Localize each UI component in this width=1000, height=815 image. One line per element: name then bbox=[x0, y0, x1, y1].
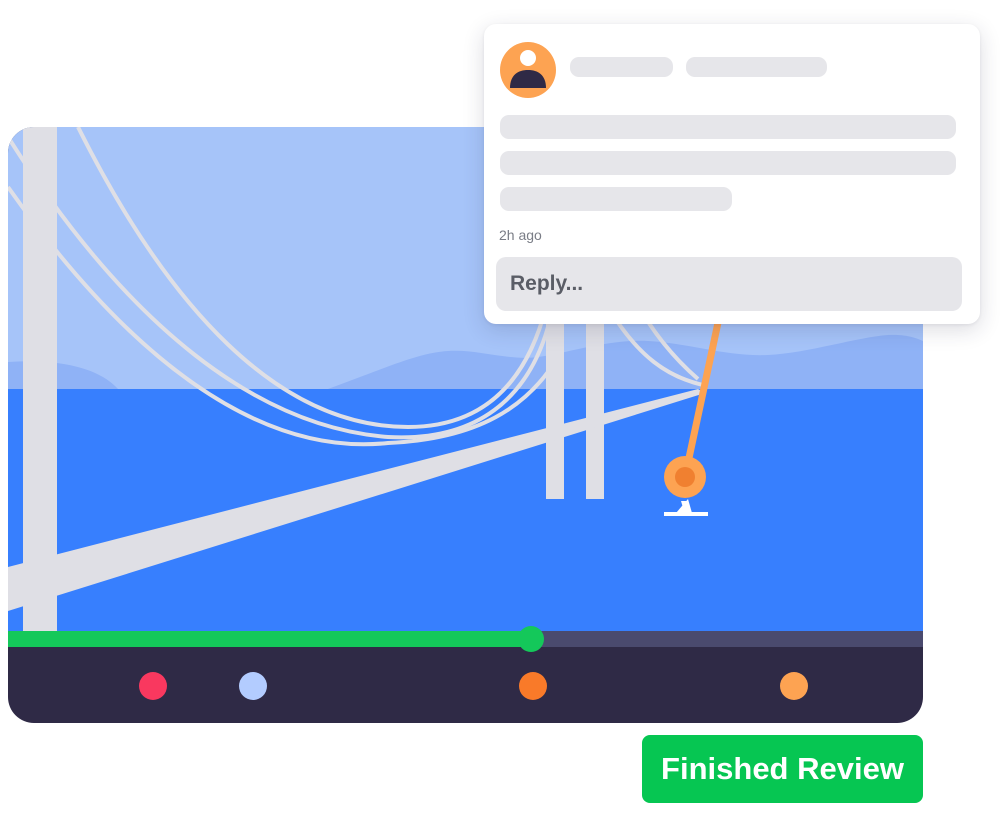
comment-line-1-placeholder bbox=[500, 115, 956, 139]
author-meta-placeholder bbox=[686, 57, 827, 77]
far-tower-right bbox=[586, 315, 604, 499]
reply-placeholder: Reply... bbox=[510, 272, 584, 295]
marker-orange[interactable] bbox=[519, 672, 548, 700]
marker-light-orange[interactable] bbox=[779, 672, 808, 700]
marker-red[interactable] bbox=[139, 672, 168, 700]
finished-review-button[interactable]: Finished Review bbox=[642, 735, 923, 803]
comment-line-3-placeholder bbox=[500, 187, 732, 211]
far-tower-left bbox=[546, 315, 564, 499]
comment-line-2-placeholder bbox=[500, 151, 956, 175]
comment-card: 2h ago Reply... bbox=[484, 24, 980, 324]
finished-review-label: Finished Review bbox=[661, 751, 904, 786]
timeline-track[interactable] bbox=[8, 626, 923, 652]
timeline-markers bbox=[8, 647, 923, 723]
near-tower bbox=[23, 127, 57, 631]
marker-light-blue[interactable] bbox=[239, 672, 268, 700]
comment-timestamp: 2h ago bbox=[499, 227, 542, 243]
timeline-progress bbox=[8, 631, 532, 647]
author-name-placeholder bbox=[570, 57, 673, 77]
reply-input[interactable]: Reply... bbox=[496, 257, 962, 311]
user-avatar-icon bbox=[500, 42, 556, 98]
